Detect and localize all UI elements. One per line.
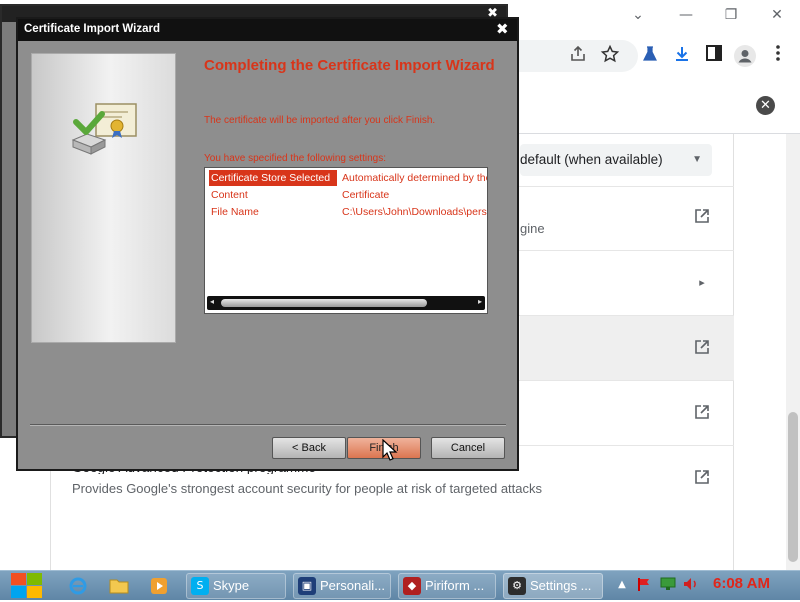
certificate-import-wizard: Certificate Import Wizard ✖ Completing t… (16, 17, 519, 471)
scroll-left-icon[interactable]: ◂ (210, 297, 214, 306)
wizard-separator (30, 424, 506, 426)
task-label: Skype (213, 578, 250, 593)
setting-value: C:\Users\John\Downloads\personal.cer (342, 206, 487, 218)
windows-logo-tile (27, 586, 42, 598)
external-link-icon[interactable] (692, 338, 712, 358)
advanced-protection-description: Provides Google's strongest account secu… (72, 481, 542, 496)
start-button[interactable] (10, 572, 44, 600)
system-clock[interactable]: 6:08 AM (713, 575, 770, 592)
personalization-icon: ▣ (298, 577, 316, 595)
task-piriform[interactable]: ◆ Piriform ... (398, 573, 496, 599)
dropdown-arrow-icon: ▼ (692, 154, 702, 165)
task-label: Piriform ... (425, 578, 485, 593)
setting-key: Content (211, 189, 248, 201)
list-item[interactable]: Content Certificate (209, 187, 487, 203)
task-label: Personali... (320, 578, 386, 593)
certificate-icon (70, 100, 142, 160)
setting-key: File Name (211, 206, 259, 218)
back-button[interactable]: < Back (272, 437, 346, 459)
task-personalization[interactable]: ▣ Personali... (293, 573, 391, 599)
clear-search-button[interactable]: ✕ (756, 96, 775, 115)
network-icon[interactable] (660, 577, 676, 593)
file-explorer-icon[interactable] (109, 576, 129, 596)
wizard-heading: Completing the Certificate Import Wizard (204, 57, 495, 74)
task-skype[interactable]: S Skype (186, 573, 286, 599)
horizontal-scrollbar[interactable]: ◂ ▸ (207, 296, 485, 310)
page-scrollbar-thumb[interactable] (788, 412, 798, 562)
internet-explorer-icon[interactable] (68, 576, 88, 596)
chevron-right-icon[interactable]: ▸ (692, 273, 712, 293)
mouse-cursor-icon (382, 438, 398, 461)
windows-logo-tile (11, 586, 26, 598)
more-menu-icon[interactable] (766, 44, 790, 68)
share-icon[interactable] (566, 44, 590, 68)
show-hidden-icons-icon[interactable]: ▲ (614, 577, 630, 593)
side-panel-icon[interactable] (702, 44, 726, 68)
settings-list-label: You have specified the following setting… (204, 153, 386, 164)
download-icon[interactable] (670, 44, 694, 68)
wizard-info-text: The certificate will be imported after y… (204, 115, 436, 126)
wizard-close-button[interactable]: ✖ (496, 20, 509, 38)
profile-icon[interactable] (733, 44, 757, 68)
setting-value: Automatically determined by the wizard (342, 172, 487, 184)
setting-key: Certificate Store Selected (209, 170, 337, 186)
chrome-settings-icon: ⚙ (508, 577, 526, 595)
wizard-title: Certificate Import Wizard (24, 23, 161, 35)
list-item[interactable]: File Name C:\Users\John\Downloads\person… (209, 204, 487, 220)
windows-logo-tile (27, 573, 42, 585)
cancel-button[interactable]: Cancel (431, 437, 505, 459)
windows-logo-tile (11, 573, 26, 585)
dns-provider-select[interactable]: default (when available) ▼ (520, 144, 712, 176)
minimize-button[interactable]: — (673, 4, 699, 26)
task-label: Settings ... (530, 578, 592, 593)
external-link-icon[interactable] (692, 468, 712, 488)
skype-icon: S (191, 577, 209, 595)
scrollbar-thumb[interactable] (221, 299, 427, 307)
tab-search-chevron-icon[interactable]: ⌄ (625, 4, 651, 26)
dns-select-value: default (when available) (520, 152, 663, 167)
action-center-flag-icon[interactable] (636, 577, 652, 593)
media-player-icon[interactable] (149, 576, 169, 596)
restore-button[interactable]: ❐ (718, 4, 744, 26)
taskbar: S Skype ▣ Personali... ◆ Piriform ... ⚙ … (0, 570, 800, 600)
piriform-icon: ◆ (403, 577, 421, 595)
bookmark-star-icon[interactable] (598, 44, 622, 68)
task-settings[interactable]: ⚙ Settings ... (503, 573, 603, 599)
close-window-button[interactable]: ✕ (764, 4, 790, 26)
scroll-right-icon[interactable]: ▸ (478, 297, 482, 306)
wizard-side-panel (31, 53, 176, 343)
external-link-icon[interactable] (692, 207, 712, 227)
volume-icon[interactable] (683, 577, 699, 593)
list-item[interactable]: Certificate Store Selected Automatically… (209, 170, 487, 186)
wizard-titlebar: Certificate Import Wizard ✖ (18, 19, 517, 41)
setting-value: Certificate (342, 189, 390, 201)
settings-list[interactable]: Certificate Store Selected Automatically… (204, 167, 488, 314)
external-link-icon[interactable] (692, 403, 712, 423)
row-description-fragment: gine (520, 221, 545, 236)
lab-flask-icon[interactable] (638, 44, 662, 68)
